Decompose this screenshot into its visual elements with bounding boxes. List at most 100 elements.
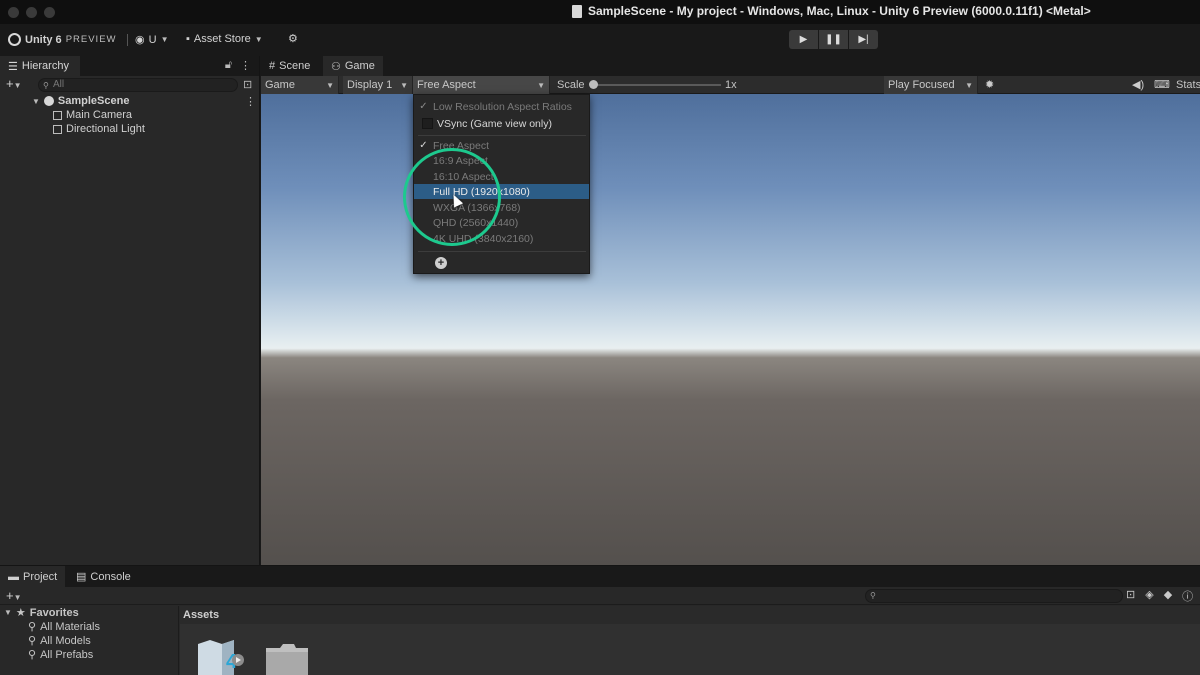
scene-visibility-icon[interactable]: ⊡ — [243, 78, 252, 91]
tab-scene[interactable]: # Scene — [261, 56, 318, 76]
tab-game[interactable]: ⚇ Game — [323, 56, 383, 76]
vsync-option[interactable]: VSync (Game view only) — [414, 116, 589, 131]
chevron-down-icon: ▼ — [965, 80, 973, 90]
view-tab-bar: # Scene ⚇ Game — [261, 56, 1200, 76]
bug-icon[interactable]: ✹ — [985, 78, 994, 91]
step-icon: ▶| — [858, 34, 869, 45]
option-label: VSync (Game view only) — [437, 117, 552, 130]
menu-divider — [418, 135, 586, 136]
view-type-dropdown[interactable]: Game ▼ — [261, 76, 339, 94]
play-mode-dropdown[interactable]: Play Focused ▼ — [884, 76, 978, 94]
folder-icon: ▬ — [8, 570, 19, 583]
expand-arrow-icon[interactable]: ▼ — [32, 97, 40, 106]
search-icon: ⚲ — [28, 649, 37, 661]
title-bar: SampleScene - My project - Windows, Mac,… — [0, 0, 1200, 24]
chevron-down-icon: ▼ — [160, 35, 169, 44]
lock-icon[interactable]: 🔓︎ — [225, 59, 232, 72]
low-resolution-option[interactable]: ✓ Low Resolution Aspect Ratios — [414, 99, 589, 114]
minimize-window-button[interactable] — [26, 7, 37, 18]
scene-more-icon[interactable]: ⋮ — [245, 95, 256, 108]
favorites-pane: ▼ ★ Favorites ⚲ All Materials ⚲ All Mode… — [0, 606, 179, 675]
document-icon — [572, 4, 582, 18]
item-label: All Materials — [40, 620, 100, 633]
hierarchy-tab-label: Hierarchy — [21, 60, 69, 72]
chevron-down-icon: ▼ — [254, 34, 263, 44]
info-icon[interactable]: ⓘ — [1182, 588, 1193, 604]
item-label: Directional Light — [66, 123, 145, 135]
close-window-button[interactable] — [8, 7, 19, 18]
scale-slider-thumb[interactable] — [589, 80, 598, 89]
step-button[interactable]: ▶| — [849, 30, 878, 49]
create-dropdown[interactable]: +▼ — [6, 76, 22, 91]
tab-label: Console — [90, 570, 131, 583]
account-dropdown[interactable]: ◉ U ▼ — [135, 33, 169, 47]
display-dropdown[interactable]: Display 1 ▼ — [343, 76, 413, 94]
project-panel: ▬ Project ▤ Console +▼ ⚲ ⊡ ◈ ◆ ⓘ ▼ ★ Fav… — [0, 565, 1200, 675]
list-icon: ☰ — [8, 60, 18, 73]
game-viewport[interactable] — [261, 94, 1200, 565]
services-button[interactable]: ⚙ — [288, 32, 298, 45]
search-by-type-icon[interactable]: ⊡ — [1126, 588, 1135, 604]
checkmark-icon: ✓ — [419, 101, 428, 112]
tab-console[interactable]: ▤ Console — [68, 566, 139, 587]
scene-asset-icon[interactable]: 4 — [196, 638, 244, 675]
project-search-input[interactable]: ⚲ — [865, 589, 1123, 603]
create-asset-dropdown[interactable]: +▼ — [6, 588, 22, 603]
search-by-label-icon[interactable]: ◈ — [1145, 588, 1153, 604]
dropdown-label: Display 1 — [347, 79, 393, 91]
play-button[interactable]: ▶ — [789, 30, 818, 49]
unity-menu[interactable]: Unity 6 PREVIEW — [8, 33, 117, 46]
main-toolbar: Unity 6 PREVIEW ◉ U ▼ ▪ Asset Store ▼ ⚙ … — [0, 24, 1200, 56]
keyboard-icon[interactable]: ⌨ — [1154, 78, 1170, 91]
gameobject-cube-icon — [53, 110, 62, 120]
audio-icon[interactable]: ◀) — [1132, 78, 1144, 91]
list-item[interactable]: Main Camera — [53, 108, 132, 122]
add-aspect-icon[interactable]: + — [435, 257, 447, 269]
scene-root-row[interactable]: ▼ SampleScene — [32, 94, 129, 108]
scale-label: Scale — [557, 79, 585, 91]
search-icon: ⚲ — [28, 635, 37, 647]
list-item[interactable]: ⚲ All Prefabs — [28, 648, 93, 662]
tab-hierarchy[interactable]: ☰ Hierarchy — [0, 56, 80, 76]
list-item[interactable]: ⚲ All Models — [28, 634, 91, 648]
zoom-window-button[interactable] — [44, 7, 55, 18]
tab-label: Project — [23, 570, 58, 583]
assets-breadcrumb: Assets — [180, 606, 1200, 624]
assets-pane: Assets 4 — [180, 606, 1200, 675]
item-label: All Models — [40, 634, 91, 647]
folder-asset-icon[interactable] — [266, 642, 308, 675]
chevron-down-icon: ▼ — [537, 80, 545, 90]
product-name: Unity 6 — [25, 33, 62, 46]
search-placeholder: All — [53, 79, 65, 90]
pause-button[interactable]: ❚❚ — [819, 30, 848, 49]
tab-project[interactable]: ▬ Project — [0, 566, 66, 587]
grid-icon: # — [269, 60, 276, 72]
expand-arrow-icon[interactable]: ▼ — [4, 608, 12, 617]
scale-value: 1x — [725, 79, 737, 91]
favorites-label: Favorites — [29, 606, 79, 619]
aspect-dropdown[interactable]: Free Aspect ▼ — [413, 76, 550, 94]
favorites-header[interactable]: ▼ ★ Favorites — [4, 606, 79, 620]
account-label: U — [148, 33, 157, 46]
vsync-checkbox[interactable] — [422, 118, 433, 129]
stats-button[interactable]: Stats — [1176, 79, 1200, 91]
gamepad-icon: ⚇ — [331, 60, 341, 73]
asset-store-label: Asset Store — [193, 33, 251, 45]
dropdown-label: Game — [265, 79, 295, 91]
star-icon: ★ — [15, 607, 26, 619]
console-icon: ▤ — [76, 571, 87, 583]
search-icon: ⚲ — [28, 621, 37, 633]
gameobject-cube-icon — [53, 124, 62, 134]
more-options-icon[interactable]: ⋮ — [240, 59, 251, 72]
list-item[interactable]: Directional Light — [53, 122, 145, 136]
unity-scene-icon — [43, 96, 54, 106]
asset-store-dropdown[interactable]: ▪ Asset Store ▼ — [186, 33, 263, 45]
divider — [127, 34, 128, 46]
scale-slider-track[interactable] — [593, 84, 721, 86]
account-icon: ◉ — [135, 34, 145, 46]
list-item[interactable]: ⚲ All Materials — [28, 620, 100, 634]
tag-icon[interactable]: ◆ — [1164, 588, 1172, 604]
checkmark-icon: ✓ — [419, 140, 428, 151]
hierarchy-search-input[interactable]: ⚲ All — [38, 78, 238, 92]
cloud-gear-icon: ⚙ — [288, 33, 298, 45]
